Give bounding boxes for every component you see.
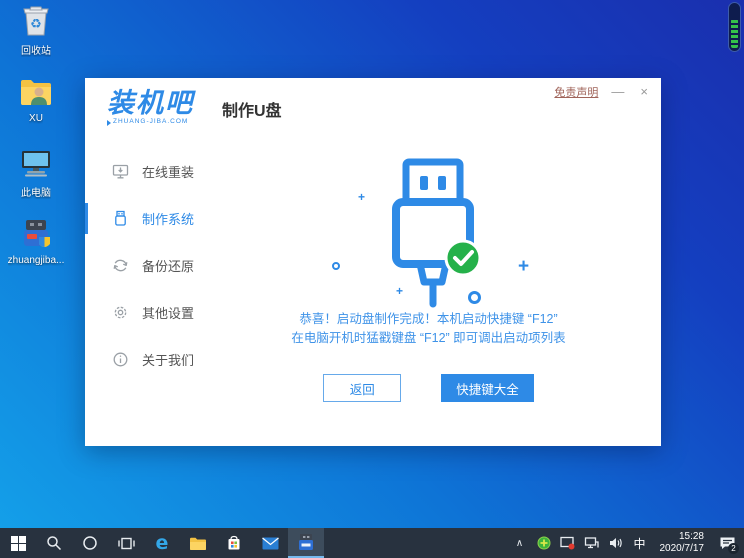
sidebar-item-backup-restore[interactable]: 备份还原 [85,242,220,289]
back-button[interactable]: 返回 [323,374,401,402]
action-center-icon[interactable]: 2 [714,528,740,558]
clock-date: 2020/7/17 [660,543,705,555]
sidebar-item-make-system[interactable]: 制作系统 [85,195,220,242]
zhuangjiba-usb-icon [17,215,55,253]
button-row: 返回 快捷键大全 [220,374,637,402]
screen-recorder-tray-icon[interactable] [558,528,578,558]
sidebar-item-label: 制作系统 [142,209,194,228]
sidebar-item-about-us[interactable]: 关于我们 [85,336,220,383]
decoration-plus-icon: + [358,190,365,204]
titlebar-controls: 免责声明 — × [554,84,651,100]
file-explorer-icon[interactable] [180,528,216,558]
sidebar-item-online-reinstall[interactable]: 在线重装 [85,148,220,195]
page-title: 制作U盘 [222,97,282,121]
this-pc-icon [17,144,55,182]
app-logo-text: 装机吧 [107,90,194,117]
sidebar-item-label: 备份还原 [142,256,194,275]
svg-text:♻: ♻ [30,16,42,31]
search-icon[interactable] [36,528,72,558]
network-tray-icon[interactable] [582,528,602,558]
make-system-icon [112,210,129,227]
decoration-plus-icon: + [518,256,529,278]
backup-restore-icon [112,257,129,274]
volume-tray-icon[interactable] [606,528,626,558]
minimize-button[interactable]: — [608,84,627,100]
decoration-plus-icon: + [396,284,403,298]
desktop-icon-list: ♻ 回收站 XU [4,2,68,286]
clock-time: 15:28 [660,531,705,543]
success-message: 恭喜！启动盘制作完成！本机启动快捷键 “F12” 在电脑开机时猛戳键盘 “F12… [220,310,637,348]
user-folder-icon [17,73,55,111]
zhuangjiba-window: 装机吧 ZHUANG-JIBA.COM 制作U盘 免责声明 — × [85,78,661,446]
close-button[interactable]: × [637,84,651,100]
task-view-icon[interactable] [108,528,144,558]
app-logo-subtext: ZHUANG-JIBA.COM [113,119,188,126]
cortana-icon[interactable] [72,528,108,558]
success-message-line2: 在电脑开机时猛戳键盘 “F12” 即可调出启动项列表 [220,329,637,348]
sidebar-item-label: 关于我们 [142,350,194,369]
disclaimer-link[interactable]: 免责声明 [554,84,598,100]
store-icon[interactable] [216,528,252,558]
antivirus-tray-icon[interactable] [534,528,554,558]
mail-icon[interactable] [252,528,288,558]
make-usb-content: + + + 恭喜！启动盘制作完成！本机启动快捷键 “F12” 在电脑开机时猛戳键… [220,138,661,446]
taskbar: e [0,528,744,558]
recycle-bin-icon: ♻ [17,2,55,40]
about-info-icon [112,351,129,368]
logo-flag-icon [107,120,111,126]
desktop-icon-label: zhuangjiba... [8,255,65,266]
edge-icon[interactable]: e [144,528,180,558]
notification-badge: 2 [728,543,739,554]
success-message-line1: 恭喜！启动盘制作完成！本机启动快捷键 “F12” [220,310,637,329]
sidebar-item-other-settings[interactable]: 其他设置 [85,289,220,336]
taskbar-zhuangjiba-app[interactable] [288,528,324,558]
sidebar-item-label: 在线重装 [142,162,194,181]
start-button[interactable] [0,528,36,558]
battery-gauge-widget [728,2,741,52]
decoration-ring-icon [468,291,481,304]
desktop-icon-this-pc[interactable]: 此电脑 [4,144,68,214]
decoration-ring-icon [332,262,340,270]
window-header: 装机吧 ZHUANG-JIBA.COM 制作U盘 免责声明 — × [85,78,661,138]
desktop-icon-recycle-bin[interactable]: ♻ 回收站 [4,2,68,72]
settings-gear-icon [112,304,129,321]
system-tray: ∧ [510,528,744,558]
desktop-icon-zhuangjiba[interactable]: zhuangjiba... [4,215,68,285]
desktop-icon-label: 此电脑 [21,184,51,199]
battery-gauge-fill [731,19,738,48]
window-body: 在线重装 制作系统 [85,138,661,446]
usb-success-icon [352,152,512,317]
online-reinstall-icon [112,163,129,180]
desktop: ♻ 回收站 XU [0,0,744,558]
app-logo: 装机吧 ZHUANG-JIBA.COM [107,90,194,126]
desktop-icon-user-folder[interactable]: XU [4,73,68,143]
ime-indicator[interactable]: 中 [630,528,650,558]
shortcut-keys-button[interactable]: 快捷键大全 [441,374,534,402]
desktop-icon-label: 回收站 [21,42,51,57]
show-hidden-icons-chevron[interactable]: ∧ [510,528,530,558]
desktop-icon-label: XU [29,113,43,124]
sidebar: 在线重装 制作系统 [85,138,220,446]
sidebar-item-label: 其他设置 [142,303,194,322]
taskbar-clock[interactable]: 15:28 2020/7/17 [654,531,711,555]
